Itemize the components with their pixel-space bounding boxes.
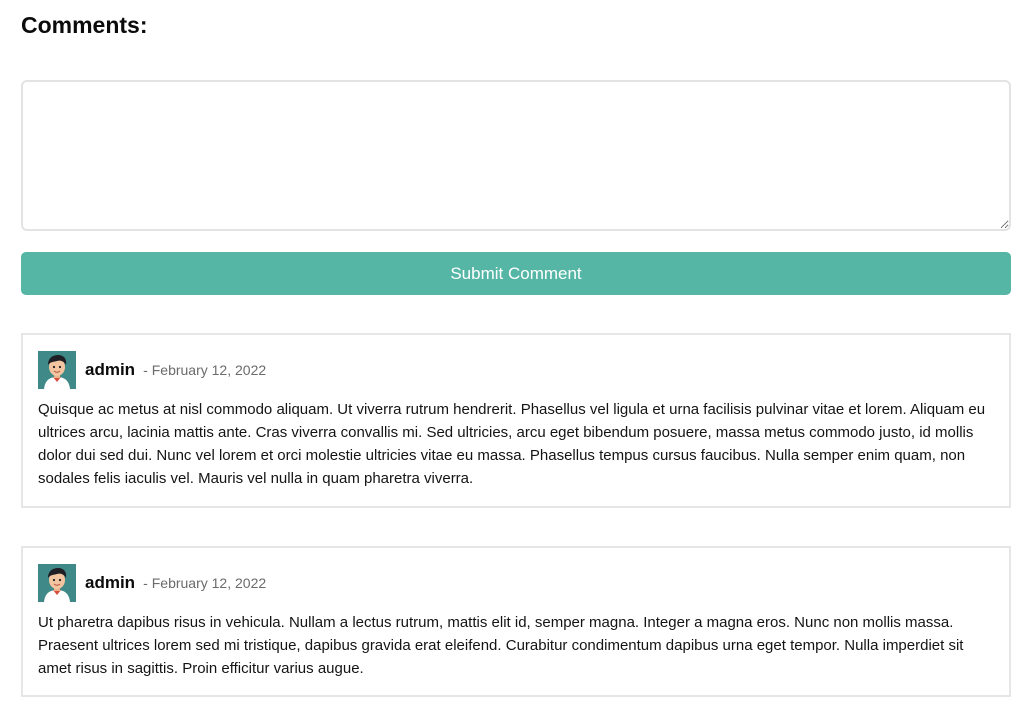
comments-heading: Comments: (21, 12, 148, 38)
comment-author: admin (85, 573, 136, 592)
user-avatar-icon (38, 564, 76, 602)
comment-text: Quisque ac metus at nisl commodo aliquam… (38, 401, 986, 487)
user-avatar-icon (38, 351, 76, 389)
comment-header: admin - February 12, 2022 (38, 564, 266, 602)
submit-comment-button[interactable]: Submit Comment (21, 252, 1011, 295)
date-separator: - (143, 575, 148, 591)
date-separator: - (143, 362, 148, 378)
comment-header: admin - February 12, 2022 (38, 351, 266, 389)
comment-date: February 12, 2022 (151, 575, 267, 591)
comment-card: admin - February 12, 2022 Ut pharetra da… (21, 546, 1011, 697)
comment-author: admin (85, 360, 136, 379)
comment-card: admin - February 12, 2022 Quisque ac met… (21, 333, 1011, 508)
comment-text: Ut pharetra dapibus risus in vehicula. N… (38, 614, 964, 677)
comment-date: February 12, 2022 (151, 362, 267, 378)
comment-textarea[interactable] (21, 80, 1011, 231)
